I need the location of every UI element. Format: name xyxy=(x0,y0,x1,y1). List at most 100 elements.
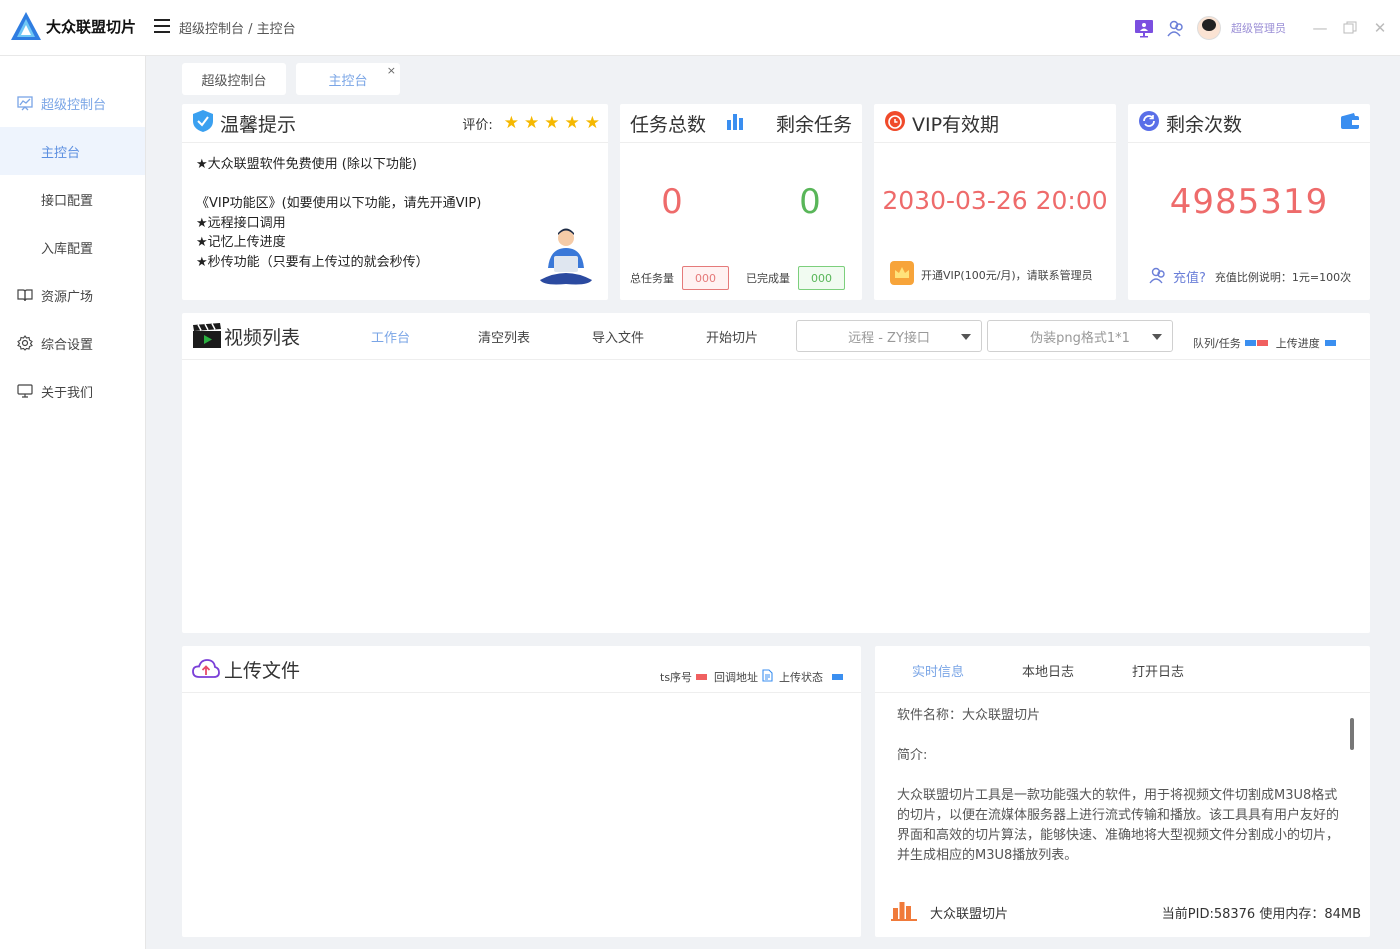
upload-legend: ts序号 回调地址 上传状态 xyxy=(660,669,844,685)
crown-icon xyxy=(890,261,914,288)
remaining-tasks-value: 0 xyxy=(799,182,821,222)
sidebar-item-label: 主控台 xyxy=(41,145,81,161)
menu-toggle-icon[interactable] xyxy=(154,19,170,33)
minimize-icon[interactable]: — xyxy=(1310,18,1330,38)
tab-realtime-info[interactable]: 实时信息 xyxy=(912,661,964,680)
start-slice-button[interactable]: 开始切片 xyxy=(706,327,758,346)
sidebar-item-label: 接口配置 xyxy=(41,193,94,209)
bar-chart-icon xyxy=(726,112,744,134)
avatar[interactable] xyxy=(1197,16,1221,40)
recharge-footer: 充值? 充值比例说明：1元=100次 xyxy=(1148,265,1351,288)
notice-line: ★远程接口调用 xyxy=(196,215,286,231)
log-tabs: 实时信息 本地日志 打开日志 xyxy=(875,646,1370,693)
footer-app-name: 大众联盟切片 xyxy=(930,906,1009,922)
queue-legend: 队列/任务 上传进度 xyxy=(1193,335,1336,351)
recharge-link[interactable]: 充值? xyxy=(1173,267,1206,286)
sidebar-item-storage-config[interactable]: 入库配置 xyxy=(0,223,145,271)
chevron-down-icon xyxy=(1152,334,1162,340)
log-panel: 实时信息 本地日志 打开日志 软件名称：大众联盟切片 简介: 大众联盟切片工具是… xyxy=(875,646,1370,937)
clear-list-button[interactable]: 清空列表 xyxy=(478,327,530,346)
remaining-count-panel: 剩余次数 4985319 充值? 充值比例说明：1元=100次 xyxy=(1128,104,1370,300)
book-icon xyxy=(16,286,34,304)
notice-title: 温馨提示 xyxy=(220,113,297,136)
logo-icon xyxy=(11,12,41,40)
interface-select-value: 远程 - ZY接口 xyxy=(848,330,930,346)
total-tasks-footer: 总任务量 000 xyxy=(630,266,729,290)
legend-swatch xyxy=(1256,340,1268,346)
users-icon xyxy=(1148,265,1168,288)
document-icon xyxy=(762,669,773,685)
monitor-icon xyxy=(16,382,34,400)
import-file-button[interactable]: 导入文件 xyxy=(592,327,644,346)
log-scrollbar[interactable] xyxy=(1350,718,1354,750)
legend-callback-label: 回调地址 xyxy=(714,671,759,684)
tab-main-console[interactable]: 主控台 × xyxy=(296,63,400,95)
star-icon[interactable]: ★ xyxy=(504,113,519,133)
intro-text: 大众联盟切片工具是一款功能强大的软件，用于将视频文件切割成M3U8格式的切片，以… xyxy=(897,788,1340,863)
star-icon[interactable]: ★ xyxy=(565,113,580,133)
gear-icon xyxy=(16,334,34,352)
notice-header: 温馨提示 评价: ★ ★ ★ ★ ★ xyxy=(182,104,608,143)
user-laptop-illustration xyxy=(538,226,594,292)
log-content: 软件名称：大众联盟切片 简介: 大众联盟切片工具是一款功能强大的软件，用于将视频… xyxy=(897,706,1347,886)
star-icon[interactable]: ★ xyxy=(585,113,600,133)
done-tasks-box: 000 xyxy=(798,266,845,290)
sidebar-item-settings[interactable]: 综合设置 xyxy=(0,319,145,367)
star-icon[interactable]: ★ xyxy=(544,113,559,133)
dashboard-icon xyxy=(16,94,34,112)
tab-super-console[interactable]: 超级控制台 xyxy=(182,63,286,95)
video-list-panel: 视频列表 工作台 清空列表 导入文件 开始切片 远程 - ZY接口 伪装png格… xyxy=(182,313,1370,633)
sidebar-item-main-console[interactable]: 主控台 xyxy=(0,127,145,175)
presentation-icon[interactable] xyxy=(1133,17,1155,39)
sidebar-item-about[interactable]: 关于我们 xyxy=(0,367,145,415)
tasks-panel: 任务总数 剩余任务 0 0 总任务量 000 已完成量 000 xyxy=(620,104,862,300)
shield-icon xyxy=(192,109,214,137)
star-icon[interactable]: ★ xyxy=(524,113,539,133)
intro-label: 简介: xyxy=(897,748,928,763)
format-select-value: 伪装png格式1*1 xyxy=(1030,330,1130,346)
upload-header: 上传文件 ts序号 回调地址 上传状态 xyxy=(182,646,861,693)
tab-workbench[interactable]: 工作台 xyxy=(371,327,410,346)
sidebar-item-resources[interactable]: 资源广场 xyxy=(0,271,145,319)
done-tasks-footer: 已完成量 000 xyxy=(746,266,845,290)
upload-list-body[interactable] xyxy=(182,694,861,937)
tab-label: 超级控制台 xyxy=(201,73,267,89)
sidebar: 超级控制台 主控台 接口配置 入库配置 资源广场 综合设置 关于我们 xyxy=(0,56,146,949)
process-status: 当前PID:58376 使用内存：84MB xyxy=(1161,906,1361,922)
notice-line: 《VIP功能区》(如要使用以下功能，请先开通VIP) xyxy=(196,196,482,211)
format-select[interactable]: 伪装png格式1*1 xyxy=(987,320,1173,352)
sidebar-item-interface-config[interactable]: 接口配置 xyxy=(0,175,145,223)
legend-swatch xyxy=(696,674,708,680)
tasks-remaining-title: 剩余任务 xyxy=(775,113,852,136)
remaining-count-value: 4985319 xyxy=(1169,182,1329,222)
stats-bar-icon xyxy=(891,899,917,925)
done-tasks-label: 已完成量 xyxy=(746,272,790,285)
admin-name[interactable]: 超级管理员 xyxy=(1231,20,1286,36)
maximize-icon[interactable] xyxy=(1340,18,1360,38)
notice-line: ★大众联盟软件免费使用 (除以下功能) xyxy=(196,157,417,172)
sidebar-item-label: 资源广场 xyxy=(41,289,94,305)
vip-panel: VIP有效期 2030-03-26 20:00 开通VIP(100元/月)，请联… xyxy=(874,104,1116,300)
video-list-body[interactable] xyxy=(182,361,1370,633)
video-list-header: 视频列表 工作台 清空列表 导入文件 开始切片 远程 - ZY接口 伪装png格… xyxy=(182,313,1370,360)
vip-note: 开通VIP(100元/月)，请联系管理员 xyxy=(921,268,1093,282)
breadcrumb: 超级控制台 / 主控台 xyxy=(179,22,296,37)
video-list-title: 视频列表 xyxy=(224,327,301,349)
interface-select[interactable]: 远程 - ZY接口 xyxy=(796,320,982,352)
legend-progress-label: 上传进度 xyxy=(1275,337,1320,350)
remaining-count-header: 剩余次数 xyxy=(1128,104,1370,143)
tasks-total-title: 任务总数 xyxy=(630,113,707,136)
sidebar-item-super-console[interactable]: 超级控制台 xyxy=(0,79,145,127)
recharge-ratio: 充值比例说明：1元=100次 xyxy=(1214,270,1352,284)
close-window-icon[interactable]: ✕ xyxy=(1370,18,1390,38)
tab-local-log[interactable]: 本地日志 xyxy=(1022,661,1074,680)
users-icon[interactable] xyxy=(1165,17,1187,39)
wallet-icon xyxy=(1340,112,1360,134)
vip-title: VIP有效期 xyxy=(912,113,1000,136)
total-tasks-value: 0 xyxy=(661,182,683,222)
remaining-count-title: 剩余次数 xyxy=(1166,113,1243,136)
vip-header: VIP有效期 xyxy=(874,104,1116,143)
tab-close-icon[interactable]: × xyxy=(387,64,396,77)
open-log-button[interactable]: 打开日志 xyxy=(1132,661,1184,680)
chevron-down-icon xyxy=(961,334,971,340)
